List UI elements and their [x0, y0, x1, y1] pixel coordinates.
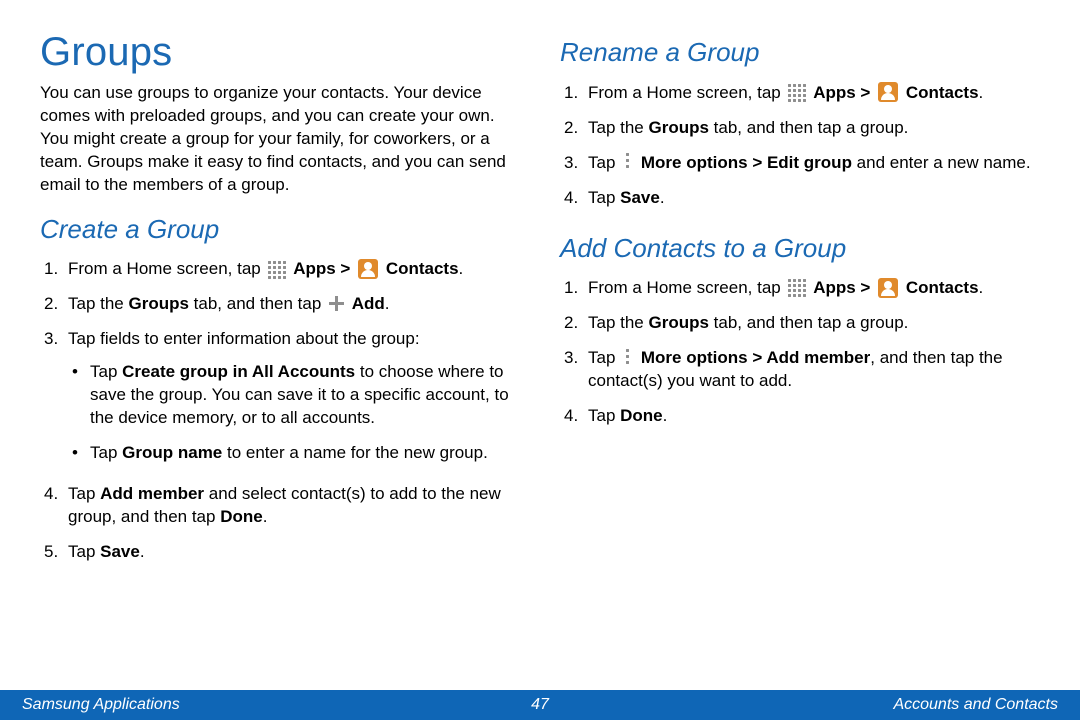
footer-right: Accounts and Contacts — [893, 696, 1058, 714]
list-item: From a Home screen, tap Apps > Contacts. — [560, 271, 1040, 306]
create-group-steps: From a Home screen, tap Apps > Contacts.… — [40, 252, 520, 569]
page-title: Groups — [40, 30, 520, 74]
list-item: From a Home screen, tap Apps > Contacts. — [40, 252, 520, 287]
list-item: Tap fields to enter information about th… — [40, 322, 520, 477]
list-item: Tap Create group in All Accounts to choo… — [68, 355, 520, 436]
heading-rename-group: Rename a Group — [560, 36, 1040, 70]
list-item: Tap the Groups tab, and then tap a group… — [560, 306, 1040, 341]
more-options-icon — [623, 152, 633, 170]
list-item: From a Home screen, tap Apps > Contacts. — [560, 76, 1040, 111]
left-column: Groups You can use groups to organize yo… — [40, 30, 520, 570]
list-item: Tap Save. — [560, 181, 1040, 216]
add-contacts-steps: From a Home screen, tap Apps > Contacts.… — [560, 271, 1040, 434]
plus-icon — [329, 296, 344, 311]
page-number: 47 — [531, 696, 549, 714]
heading-create-group: Create a Group — [40, 213, 520, 247]
page-body: Groups You can use groups to organize yo… — [0, 0, 1080, 570]
intro-paragraph: You can use groups to organize your cont… — [40, 82, 520, 197]
contacts-icon — [878, 278, 898, 298]
right-column: Rename a Group From a Home screen, tap A… — [560, 30, 1040, 570]
rename-group-steps: From a Home screen, tap Apps > Contacts.… — [560, 76, 1040, 216]
apps-icon — [788, 84, 805, 101]
list-item: Tap Save. — [40, 535, 520, 570]
list-item: Tap More options > Add member, and then … — [560, 341, 1040, 399]
page-footer: Samsung Applications 47 Accounts and Con… — [0, 690, 1080, 720]
apps-icon — [268, 261, 285, 278]
list-item: Tap the Groups tab, and then tap Add. — [40, 287, 520, 322]
apps-icon — [788, 279, 805, 296]
sub-bullets: Tap Create group in All Accounts to choo… — [68, 355, 520, 471]
list-item: Tap Done. — [560, 399, 1040, 434]
footer-left: Samsung Applications — [22, 696, 180, 714]
more-options-icon — [623, 348, 633, 366]
contacts-icon — [878, 82, 898, 102]
list-item: Tap Group name to enter a name for the n… — [68, 436, 520, 471]
heading-add-contacts: Add Contacts to a Group — [560, 232, 1040, 266]
list-item: Tap More options > Edit group and enter … — [560, 146, 1040, 181]
list-item: Tap Add member and select contact(s) to … — [40, 477, 520, 535]
list-item: Tap the Groups tab, and then tap a group… — [560, 111, 1040, 146]
contacts-icon — [358, 259, 378, 279]
